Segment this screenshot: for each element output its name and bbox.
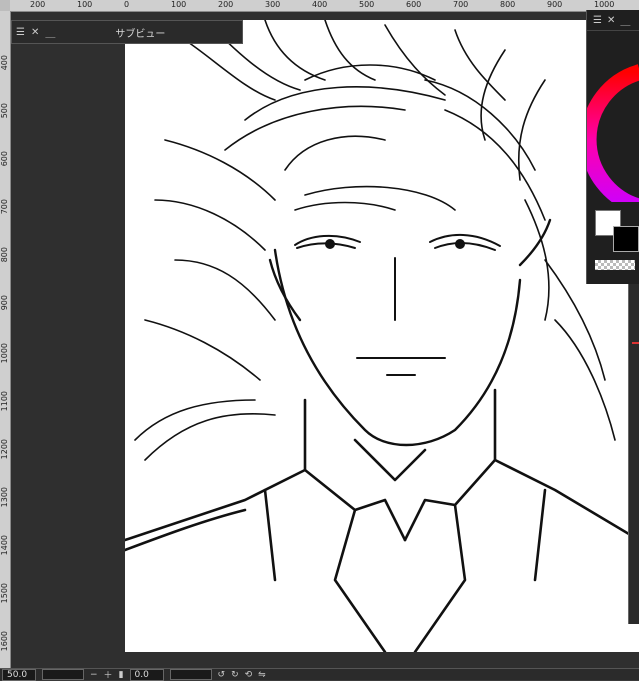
ruler-tick-label: 200 xyxy=(30,0,46,9)
color-wheel[interactable] xyxy=(587,32,639,202)
ruler-tick-label: 700 xyxy=(0,199,9,215)
hamburger-icon[interactable]: ☰ xyxy=(16,27,25,38)
ruler-tick-label: 500 xyxy=(0,103,9,119)
sub-view-panel[interactable]: ☰ ✕ ＿ サブビュー xyxy=(11,20,243,44)
ruler-tick-label: 800 xyxy=(500,0,516,9)
ruler-tick-label: 100 xyxy=(171,0,187,9)
ruler-tick-label: 300 xyxy=(265,0,281,9)
rotation-slider[interactable] xyxy=(169,669,212,680)
side-panel-edge xyxy=(628,284,639,624)
zoom-input[interactable]: 50.0 xyxy=(2,668,36,681)
ruler-tick-label: 1000 xyxy=(0,343,9,364)
sub-view-title: サブビュー xyxy=(115,28,166,40)
hamburger-icon[interactable]: ☰ xyxy=(593,15,602,26)
close-icon[interactable]: ✕ xyxy=(607,15,615,26)
ruler-tick-label: 900 xyxy=(0,295,9,311)
minimize-icon[interactable]: ＿ xyxy=(620,13,630,28)
reset-rotation-icon[interactable]: ⟲ xyxy=(245,670,253,680)
ruler-tick-label: 0 xyxy=(124,0,130,9)
ruler-tick-label: 1500 xyxy=(0,583,9,604)
ruler-tick-label: 600 xyxy=(406,0,422,9)
ruler-tick-label: 400 xyxy=(0,55,9,71)
ruler-tick-label: 800 xyxy=(0,247,9,263)
canvas-area[interactable] xyxy=(11,12,639,668)
ruler-tick-label: 1000 xyxy=(594,0,615,9)
color-wheel-panel[interactable]: ☰ ✕ ＿ xyxy=(586,10,639,284)
drawing-paper[interactable] xyxy=(125,20,639,652)
ruler-horizontal: 200 100 0 100 200 300 400 500 600 700 800 900 1000 xyxy=(10,0,639,12)
ruler-tick-label: 1400 xyxy=(0,535,9,556)
zoom-in-icon[interactable]: ＋ xyxy=(104,668,113,681)
ruler-tick-label: 600 xyxy=(0,151,9,167)
rotate-right-icon[interactable]: ↻ xyxy=(231,670,239,680)
close-icon[interactable]: ✕ xyxy=(31,27,39,38)
ruler-corner xyxy=(0,0,10,11)
flip-icon[interactable]: ⇋ xyxy=(258,670,266,680)
ruler-tick-label: 1100 xyxy=(0,391,9,412)
ruler-tick-label: 400 xyxy=(312,0,328,9)
zoom-slider[interactable] xyxy=(42,669,84,680)
background-color-swatch[interactable] xyxy=(613,226,639,252)
rotation-input[interactable]: 0.0 xyxy=(129,668,164,681)
zoom-out-icon[interactable]: − xyxy=(90,670,98,680)
ruler-tick-label: 1600 xyxy=(0,631,9,652)
ruler-tick-label: 900 xyxy=(547,0,563,9)
hue-indicator xyxy=(632,342,639,344)
ruler-vertical: 400 500 600 700 800 900 1000 1100 1200 1300 1400 15… xyxy=(0,11,11,668)
ruler-tick-label: 1300 xyxy=(0,487,9,508)
transparent-color-swatch[interactable] xyxy=(595,260,635,270)
ruler-tick-label: 500 xyxy=(359,0,375,9)
ruler-tick-label: 700 xyxy=(453,0,469,9)
ruler-tick-label: 100 xyxy=(77,0,93,9)
status-bar: 50.0 − ＋ ▮ 0.0 ↺ ↻ ⟲ ⇋ xyxy=(0,668,639,681)
ruler-tick-label: 1200 xyxy=(0,439,9,460)
fit-icon[interactable]: ▮ xyxy=(119,670,124,680)
minimize-icon[interactable]: ＿ xyxy=(45,25,55,40)
sketch-artwork xyxy=(125,20,639,652)
ruler-tick-label: 200 xyxy=(218,0,234,9)
rotate-left-icon[interactable]: ↺ xyxy=(218,670,226,680)
